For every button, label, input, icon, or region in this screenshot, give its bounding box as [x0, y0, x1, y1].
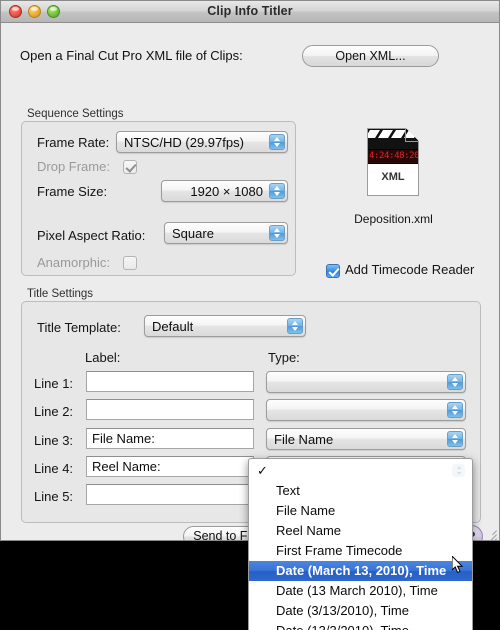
column-header-type: Type:	[268, 350, 300, 365]
menu-item-date-13-march-2010-time[interactable]: Date (13 March 2010), Time	[249, 581, 472, 601]
menu-item-file-name[interactable]: File Name	[249, 501, 472, 521]
menu-item-first-frame-timecode[interactable]: First Frame Timecode	[249, 541, 472, 561]
xml-badge-label: XML	[381, 171, 405, 183]
line-4-label-value: Reel Name:	[92, 459, 161, 474]
title-template-label: Title Template:	[37, 320, 121, 335]
pixel-aspect-ratio-label: Pixel Aspect Ratio:	[37, 228, 146, 243]
title-template-popup[interactable]: Default	[144, 315, 306, 337]
chevron-updown-icon	[452, 464, 465, 477]
line-5-type-dropdown-menu[interactable]: Text File Name Reel Name First Frame Tim…	[248, 458, 473, 630]
anamorphic-checkbox	[123, 256, 137, 270]
menu-item-blank[interactable]	[249, 461, 472, 481]
chevron-updown-icon	[447, 374, 463, 390]
line-1-label: Line 1:	[34, 376, 74, 391]
timecode-value: 4:24:48:20	[369, 151, 418, 161]
line-4-label-input[interactable]: Reel Name:	[86, 456, 254, 477]
line-3-label-value: File Name:	[92, 431, 155, 446]
line-2-label-input[interactable]	[86, 399, 254, 420]
pixel-aspect-ratio-popup[interactable]: Square	[164, 222, 288, 244]
xml-filename-label: Deposition.xml	[354, 212, 433, 226]
chevron-updown-icon	[269, 134, 285, 150]
frame-size-label: Frame Size:	[37, 184, 108, 199]
frame-size-value: 1920 × 1080	[190, 184, 263, 199]
line-2-type-popup[interactable]	[266, 399, 466, 421]
menu-item-reel-name[interactable]: Reel Name	[249, 521, 472, 541]
chevron-updown-icon	[287, 318, 303, 334]
menu-item-date-13-3-2010-time[interactable]: Date (13/3/2010), Time	[249, 621, 472, 630]
document-shape: 4:24:48:20 XML	[367, 128, 419, 196]
chevron-updown-icon	[269, 225, 285, 241]
timecode-display: 4:24:48:20	[368, 149, 418, 164]
open-file-label: Open a Final Cut Pro XML file of Clips:	[20, 48, 243, 63]
frame-rate-label: Frame Rate:	[37, 135, 110, 150]
sequence-settings-title: Sequence Settings	[27, 108, 124, 120]
add-timecode-reader-label: Add Timecode Reader	[345, 262, 475, 277]
frame-rate-popup[interactable]: NTSC/HD (29.97fps)	[116, 131, 288, 153]
line-1-type-popup[interactable]	[266, 371, 466, 393]
line-2-label: Line 2:	[34, 404, 74, 419]
chevron-updown-icon	[447, 402, 463, 418]
window-titlebar[interactable]: Clip Info Titler	[1, 1, 499, 23]
line-3-type-popup[interactable]: File Name	[266, 428, 466, 450]
line-5-label-input[interactable]	[86, 484, 254, 505]
line-3-type-value: File Name	[274, 432, 334, 447]
resize-grip[interactable]	[483, 525, 497, 540]
chevron-updown-icon	[269, 183, 285, 199]
line-1-label-input[interactable]	[86, 371, 254, 392]
title-settings-title: Title Settings	[27, 288, 94, 300]
line-3-label: Line 3:	[34, 433, 74, 448]
line-5-label: Line 5:	[34, 489, 74, 504]
frame-size-popup[interactable]: 1920 × 1080	[161, 180, 288, 202]
line-4-label: Line 4:	[34, 461, 74, 476]
menu-item-text[interactable]: Text	[249, 481, 472, 501]
drop-frame-label: Drop Frame:	[37, 159, 110, 174]
menu-item-date-3-13-2010-time[interactable]: Date (3/13/2010), Time	[249, 601, 472, 621]
add-timecode-reader-checkbox[interactable]	[326, 264, 340, 278]
menu-item-date-march-13-2010-time[interactable]: Date (March 13, 2010), Time	[249, 561, 472, 581]
screen: Clip Info Titler Open a Final Cut Pro XM…	[0, 0, 500, 630]
page-fold-corner	[405, 128, 419, 142]
drop-frame-checkbox	[123, 160, 137, 174]
open-file-row: Open a Final Cut Pro XML file of Clips: …	[1, 45, 499, 71]
open-xml-button[interactable]: Open XML...	[302, 45, 439, 67]
window-title: Clip Info Titler	[207, 4, 293, 18]
xml-clip-file-icon[interactable]: 4:24:48:20 XML	[358, 128, 428, 200]
anamorphic-label: Anamorphic:	[37, 255, 110, 270]
title-template-value: Default	[152, 319, 194, 334]
column-header-label: Label:	[85, 350, 121, 365]
pixel-aspect-ratio-value: Square	[172, 226, 214, 241]
line-3-label-input[interactable]: File Name:	[86, 428, 254, 449]
frame-rate-value: NTSC/HD (29.97fps)	[124, 135, 244, 150]
chevron-updown-icon	[447, 431, 463, 447]
